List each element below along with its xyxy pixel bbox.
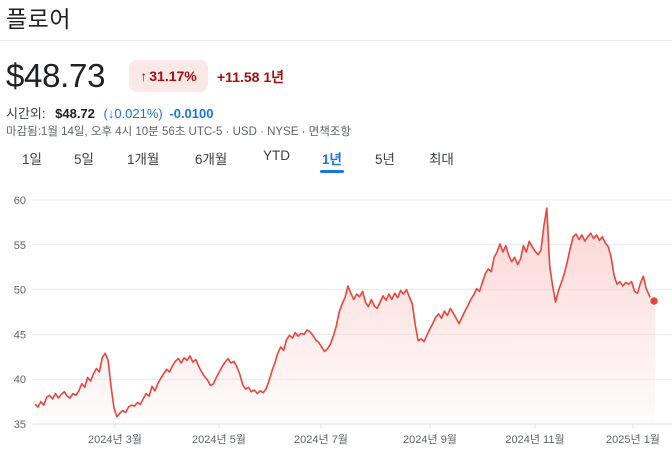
tab-1y[interactable]: 1년 [322, 148, 342, 168]
last-price-dot [648, 295, 660, 307]
change-value: +11.58 1년 [217, 69, 284, 85]
price-chart[interactable]: 35 40 45 50 55 60 2024년 3월 2024년 5월 2024년 7월 2024… [0, 180, 672, 456]
header-divider [0, 40, 672, 41]
tab-max[interactable]: 최대 [429, 148, 454, 168]
after-hours-change: -0.0100 [169, 106, 214, 121]
x-tick-label: 2024년 9월 [403, 433, 457, 446]
change-percent: 31.17% [149, 68, 197, 84]
x-tick-label: 2024년 5월 [192, 433, 246, 446]
after-hours-price: $48.72 [55, 106, 95, 121]
tab-5d[interactable]: 5일 [74, 148, 94, 168]
x-tick-label: 2024년 7월 [294, 433, 348, 446]
x-tick-label: 2024년 3월 [88, 433, 142, 446]
change-percent-badge: ↑ 31.17% [129, 60, 208, 92]
tab-5y[interactable]: 5년 [375, 148, 395, 168]
tab-6m[interactable]: 6개월 [195, 148, 227, 168]
arrow-up-icon: ↑ [140, 68, 148, 84]
x-tick-label: 2025년 1월 [606, 433, 660, 446]
y-tick-label: 50 [14, 285, 26, 297]
current-price: $48.73 [6, 57, 106, 94]
x-tick-label: 2024년 11월 [505, 433, 564, 446]
y-tick-label: 60 [14, 195, 26, 207]
after-hours-row: 시간외: $48.72 (↓0.021%) -0.0100 [6, 103, 213, 122]
active-tab-indicator [320, 170, 344, 173]
tab-1d[interactable]: 1일 [22, 148, 42, 168]
range-tabs: 1일 5일 1개월 6개월 YTD 1년 5년 최대 [0, 148, 672, 174]
tab-1m[interactable]: 1개월 [127, 148, 159, 168]
y-tick-label: 40 [14, 374, 26, 386]
tab-ytd[interactable]: YTD [263, 148, 290, 163]
market-status-disclaimer: 마감됨:1월 14일, 오후 4시 10분 56초 UTC-5 · USD · … [6, 126, 351, 138]
after-hours-label: 시간외: [6, 106, 46, 121]
stock-name: 플로어 [6, 6, 71, 32]
y-tick-label: 35 [14, 419, 26, 431]
y-tick-label: 55 [14, 240, 26, 252]
y-tick-label: 45 [14, 329, 26, 341]
price-area [35, 208, 655, 424]
after-hours-percent: (↓0.021%) [103, 106, 163, 121]
